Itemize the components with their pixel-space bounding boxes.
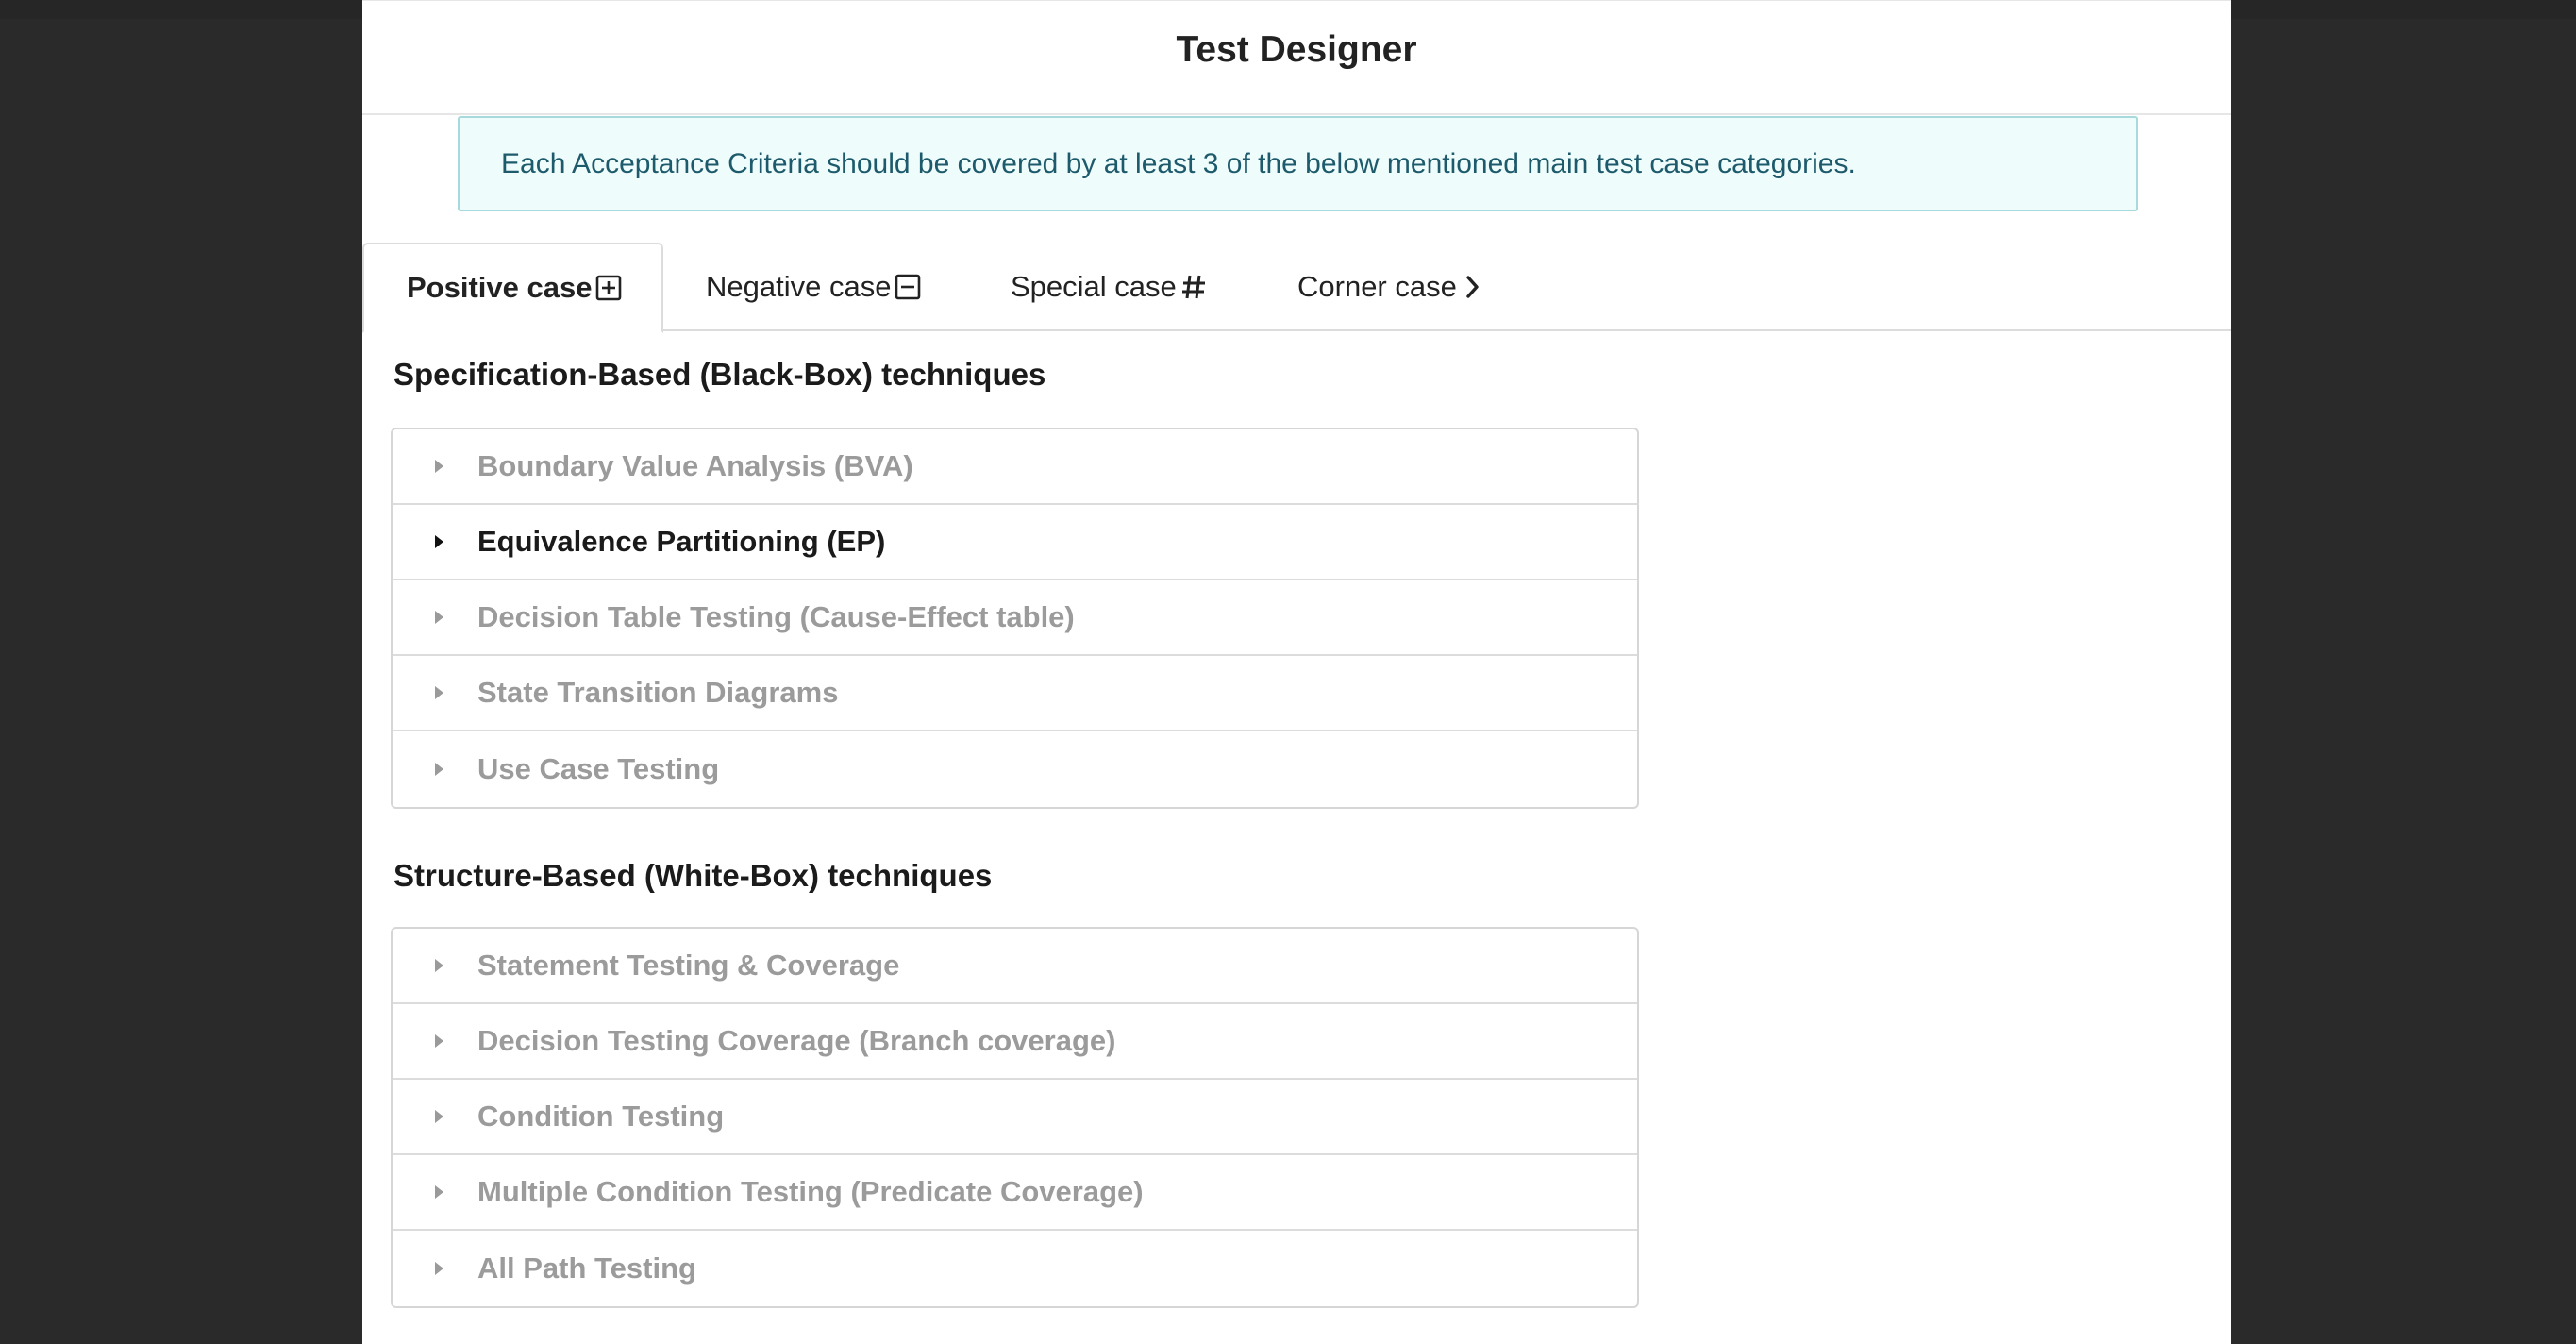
accordion-item-label: State Transition Diagrams bbox=[477, 676, 839, 709]
info-banner: Each Acceptance Criteria should be cover… bbox=[458, 116, 2138, 211]
tab-special-case[interactable]: Special case bbox=[968, 243, 1255, 331]
accordion-item-bva[interactable]: Boundary Value Analysis (BVA) bbox=[393, 429, 1637, 505]
tab-label: Negative case bbox=[706, 270, 892, 303]
tab-negative-case[interactable]: Negative case bbox=[663, 243, 968, 331]
accordion-item-label: Decision Testing Coverage (Branch covera… bbox=[477, 1024, 1116, 1057]
caret-right-icon bbox=[435, 1034, 443, 1048]
chevron-right-icon bbox=[1461, 274, 1483, 300]
accordion-item-label: All Path Testing bbox=[477, 1252, 696, 1285]
caret-right-icon bbox=[435, 959, 443, 972]
accordion-item-all-path[interactable]: All Path Testing bbox=[393, 1231, 1637, 1306]
accordion-item-branch-coverage[interactable]: Decision Testing Coverage (Branch covera… bbox=[393, 1004, 1637, 1080]
accordion-item-state-transition[interactable]: State Transition Diagrams bbox=[393, 656, 1637, 731]
accordion-item-label: Decision Table Testing (Cause-Effect tab… bbox=[477, 600, 1075, 633]
section-title-white-box: Structure-Based (White-Box) techniques bbox=[393, 858, 993, 893]
plus-square-icon bbox=[595, 275, 622, 301]
accordion-item-label: Boundary Value Analysis (BVA) bbox=[477, 449, 913, 482]
accordion-item-statement-testing[interactable]: Statement Testing & Coverage bbox=[393, 929, 1637, 1004]
caret-right-icon bbox=[435, 1185, 443, 1199]
case-tabs: Positive case Negative case Special case… bbox=[362, 243, 2231, 333]
accordion-item-label: Multiple Condition Testing (Predicate Co… bbox=[477, 1175, 1144, 1208]
caret-right-icon bbox=[435, 460, 443, 473]
accordion-item-label: Use Case Testing bbox=[477, 752, 720, 785]
accordion-item-condition-testing[interactable]: Condition Testing bbox=[393, 1080, 1637, 1155]
caret-right-icon bbox=[435, 763, 443, 776]
hash-icon bbox=[1180, 273, 1207, 301]
accordion-item-decision-table[interactable]: Decision Table Testing (Cause-Effect tab… bbox=[393, 580, 1637, 656]
section-title-black-box: Specification-Based (Black-Box) techniqu… bbox=[393, 357, 1046, 392]
accordion-item-use-case[interactable]: Use Case Testing bbox=[393, 731, 1637, 807]
accordion-black-box: Boundary Value Analysis (BVA) Equivalenc… bbox=[391, 428, 1639, 809]
modal-title: Test Designer bbox=[1176, 28, 1417, 70]
accordion-item-label: Statement Testing & Coverage bbox=[477, 949, 900, 982]
minus-square-icon bbox=[895, 274, 921, 300]
modal-header: Test Designer bbox=[362, 1, 2231, 115]
tab-label: Corner case bbox=[1297, 270, 1457, 303]
accordion-item-label: Condition Testing bbox=[477, 1100, 725, 1133]
caret-right-icon bbox=[435, 611, 443, 624]
caret-right-icon bbox=[435, 1262, 443, 1275]
accordion-white-box: Statement Testing & Coverage Decision Te… bbox=[391, 927, 1639, 1308]
caret-right-icon bbox=[435, 686, 443, 699]
accordion-item-multiple-condition[interactable]: Multiple Condition Testing (Predicate Co… bbox=[393, 1155, 1637, 1231]
tab-positive-case[interactable]: Positive case bbox=[362, 243, 663, 333]
test-designer-modal: Test Designer Each Acceptance Criteria s… bbox=[362, 0, 2231, 1344]
accordion-item-ep[interactable]: Equivalence Partitioning (EP) bbox=[393, 505, 1637, 580]
caret-right-icon bbox=[435, 1110, 443, 1123]
tab-corner-case[interactable]: Corner case bbox=[1255, 243, 1538, 331]
tab-label: Special case bbox=[1011, 270, 1177, 303]
caret-right-icon bbox=[435, 535, 443, 548]
tab-label: Positive case bbox=[407, 271, 593, 304]
accordion-item-label: Equivalence Partitioning (EP) bbox=[477, 525, 886, 558]
